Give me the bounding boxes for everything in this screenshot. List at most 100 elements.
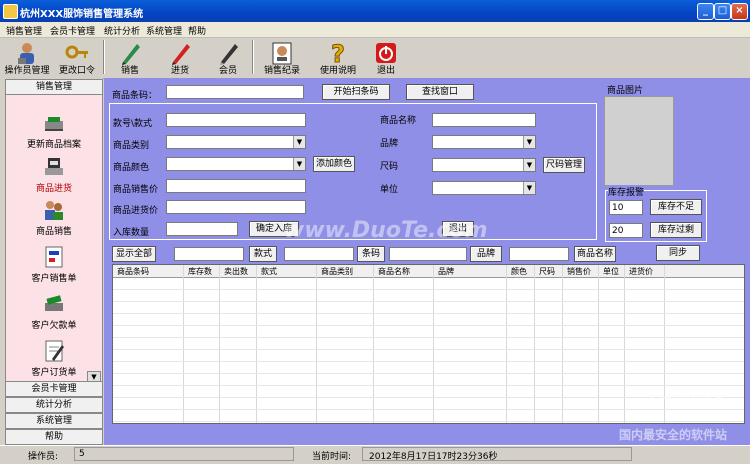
scanner-icon xyxy=(45,158,63,175)
nav-item-update-product[interactable]: 更新商品档案 xyxy=(6,111,102,150)
purchase-price-input[interactable] xyxy=(166,200,306,214)
sales-record-button[interactable]: 销售纪录 xyxy=(258,38,306,78)
nav-header-help[interactable]: 帮助 xyxy=(5,429,103,445)
menu-help[interactable]: 帮助 xyxy=(188,24,206,37)
brand-watermark: 2345软件大全 xyxy=(649,390,724,403)
color-select[interactable]: ▼ xyxy=(166,157,306,171)
operator-manage-button[interactable]: 操作员管理 xyxy=(2,38,52,78)
add-color-button[interactable]: 添加颜色 xyxy=(313,156,355,172)
name-input[interactable] xyxy=(432,113,536,127)
col-brand[interactable]: 品牌 xyxy=(438,266,454,277)
filter-style-button[interactable]: 款式 xyxy=(249,246,277,262)
category-label: 商品类别 xyxy=(113,141,150,151)
main-panel: 商品条码： 开始扫条码 查找窗口 款号\款式 商品类别 ▼ 商品颜色 ▼ 添加颜… xyxy=(104,78,750,445)
time-value: 2012年8月17日17时23分36秒 xyxy=(369,452,498,462)
filter-barcode-input[interactable] xyxy=(284,247,354,261)
sales-button[interactable]: 销售 xyxy=(112,38,148,78)
filter-style-input[interactable] xyxy=(174,247,244,261)
app-icon xyxy=(3,4,18,19)
document-icon xyxy=(45,246,63,268)
product-image xyxy=(604,96,674,186)
low-stock-input[interactable]: 10 xyxy=(609,200,643,215)
filter-name-button[interactable]: 商品名称 xyxy=(574,246,616,262)
filter-brand-button[interactable]: 品牌 xyxy=(470,246,502,262)
col-barcode[interactable]: 商品条码 xyxy=(117,266,149,277)
category-select[interactable]: ▼ xyxy=(166,135,306,149)
brand-select[interactable]: ▼ xyxy=(432,135,536,149)
high-stock-button[interactable]: 库存过剩 xyxy=(650,222,702,238)
close-button[interactable]: × xyxy=(731,3,748,20)
style-label: 款号\款式 xyxy=(113,119,153,129)
barcode-input[interactable] xyxy=(166,85,304,99)
color-label: 商品颜色 xyxy=(113,163,150,173)
style-input[interactable] xyxy=(166,113,306,127)
stock-alert-group: 库存报警 10 库存不足 20 库存过剩 xyxy=(605,185,707,242)
manual-button[interactable]: ? 使用说明 xyxy=(316,38,360,78)
size-label: 尺码 xyxy=(380,162,399,172)
col-size[interactable]: 尺码 xyxy=(539,266,555,277)
col-style[interactable]: 款式 xyxy=(261,266,277,277)
minimize-button[interactable]: _ xyxy=(697,3,714,20)
toolbar-separator xyxy=(103,40,104,74)
operator-box: 5 xyxy=(74,447,294,461)
nav-header-sales[interactable]: 销售管理 xyxy=(5,79,103,95)
show-all-button[interactable]: 显示全部 xyxy=(112,246,156,262)
col-sale-price[interactable]: 销售价 xyxy=(567,266,591,277)
low-stock-button[interactable]: 库存不足 xyxy=(650,199,702,215)
col-stock[interactable]: 库存数 xyxy=(188,266,212,277)
col-sold[interactable]: 卖出数 xyxy=(224,266,248,277)
sale-price-input[interactable] xyxy=(166,179,306,193)
menu-member-card[interactable]: 会员卡管理 xyxy=(50,24,95,37)
high-stock-input[interactable]: 20 xyxy=(609,223,643,238)
nav-header-member-card[interactable]: 会员卡管理 xyxy=(5,381,103,397)
grid-row-divider xyxy=(113,325,744,326)
nav-item-purchase[interactable]: 商品进货 xyxy=(6,155,102,194)
menu-system[interactable]: 系统管理 xyxy=(146,24,182,37)
notepad-icon xyxy=(45,340,64,362)
grid-row-divider xyxy=(113,409,744,410)
grid-row-divider xyxy=(113,373,744,374)
col-category[interactable]: 商品类别 xyxy=(321,266,353,277)
change-password-button[interactable]: 更改口令 xyxy=(56,38,98,78)
grid-row-divider xyxy=(113,361,744,362)
menu-statistics[interactable]: 统计分析 xyxy=(104,24,140,37)
barcode-label: 商品条码： xyxy=(112,91,158,101)
nav-item-sales[interactable]: 商品销售 xyxy=(6,198,102,237)
title-bar: 杭州XXX服饰销售管理系统 _ □ × xyxy=(0,0,750,22)
quantity-input[interactable] xyxy=(166,222,238,236)
slogan-watermark: 国内最安全的软件站 xyxy=(619,428,728,442)
filter-brand-input[interactable] xyxy=(389,247,467,261)
maximize-button[interactable]: □ xyxy=(714,3,731,20)
sync-button[interactable]: 同步 xyxy=(656,245,700,261)
find-window-button[interactable]: 查找窗口 xyxy=(406,84,474,100)
status-bar: 操作员: 5 当前时间: 2012年8月17日17时23分36秒 xyxy=(0,445,750,464)
operator-value: 5 xyxy=(79,449,85,459)
nav-header-statistics[interactable]: 统计分析 xyxy=(5,397,103,413)
size-select[interactable]: ▼ xyxy=(432,158,536,172)
grid-row-divider xyxy=(113,421,744,422)
exit-button[interactable]: 退出 xyxy=(368,38,404,78)
unit-select[interactable]: ▼ xyxy=(432,181,536,195)
time-label: 当前时间: xyxy=(312,452,352,462)
nav-item-customer-sales[interactable]: 客户销售单 xyxy=(6,245,102,284)
filter-barcode-button[interactable]: 条码 xyxy=(357,246,385,262)
size-manage-button[interactable]: 尺码管理 xyxy=(543,157,585,173)
nav-area: 更新商品档案 商品进货 商品销售 客户销售单 客户欠款单 客户订货单 ▼ xyxy=(5,94,103,385)
filter-name-input[interactable] xyxy=(509,247,569,261)
purchase-button[interactable]: 进货 xyxy=(162,38,198,78)
col-unit[interactable]: 单位 xyxy=(603,266,619,277)
chevron-down-icon: ▼ xyxy=(523,182,535,194)
nav-header-system[interactable]: 系统管理 xyxy=(5,413,103,429)
purchase-price-label: 商品进货价 xyxy=(113,206,159,216)
brand-label: 品牌 xyxy=(380,139,399,149)
nav-item-customer-debt[interactable]: 客户欠款单 xyxy=(6,292,102,331)
menu-sales[interactable]: 销售管理 xyxy=(6,24,42,37)
grid-row-divider xyxy=(113,301,744,302)
col-purchase-price[interactable]: 进货价 xyxy=(629,266,653,277)
col-color[interactable]: 颜色 xyxy=(511,266,527,277)
member-button[interactable]: 会员 xyxy=(210,38,246,78)
start-scan-button[interactable]: 开始扫条码 xyxy=(322,84,390,100)
unit-label: 单位 xyxy=(380,185,399,195)
col-name[interactable]: 商品名称 xyxy=(378,266,410,277)
duote-watermark: www.DuoTe.com xyxy=(284,218,488,243)
